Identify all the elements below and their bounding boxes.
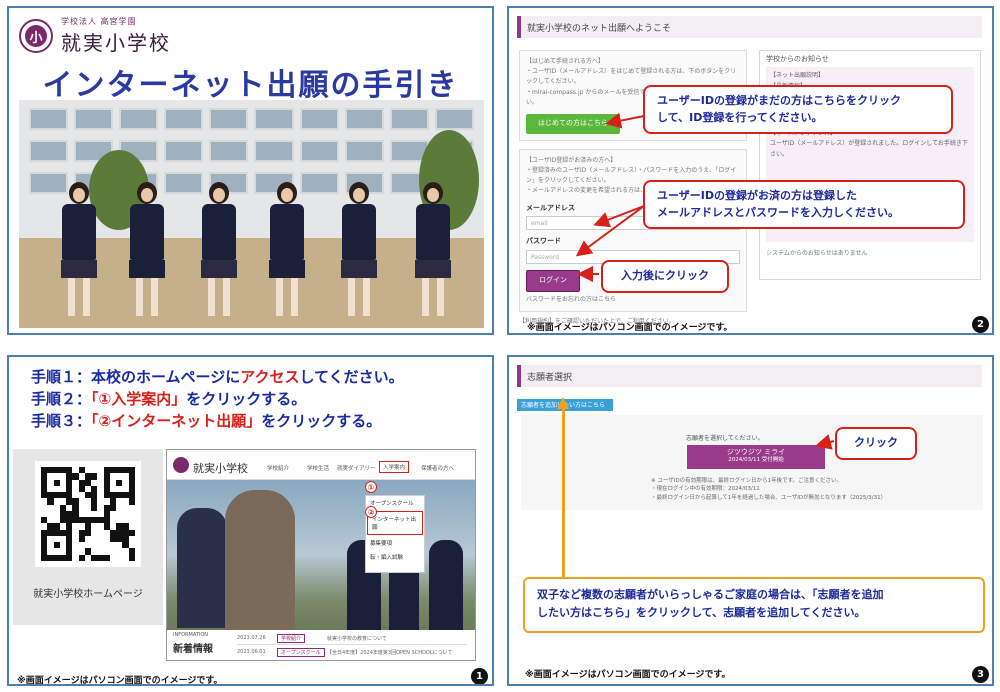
callout-click-after-input: 入力後にクリック	[601, 260, 729, 293]
students-photo	[19, 100, 484, 328]
screen-image-note: ※画面イメージはパソコン画面でのイメージです。	[17, 676, 223, 686]
step-badge-1: 1	[471, 668, 488, 684]
cover-panel: 小 学校法人 高宮学園 就実小学校 インターネット出願の手引き	[7, 6, 494, 335]
step-badge-2: 2	[972, 316, 989, 333]
select-instruction: 志願者を選択してください。	[686, 435, 764, 442]
step-3: 手順３：「②インターネット出願」をクリックする。	[31, 411, 382, 430]
homepage-crest-icon	[173, 457, 189, 473]
nav-admission[interactable]: 入学案内	[379, 461, 410, 473]
qr-section: 就実小学校ホームページ	[13, 449, 163, 625]
forgot-password-link[interactable]: パスワードをお忘れの方はこちら	[526, 295, 740, 305]
nav-school-life[interactable]: 学校生活	[307, 464, 329, 472]
qr-caption: 就実小学校ホームページ	[33, 589, 143, 600]
callout-click: クリック	[835, 427, 917, 460]
applicant-panel: 志願者選択 志願者を追加したい方はこちら 志願者を選択してください。 ジツウジツ…	[507, 355, 994, 686]
homepage-screenshot: 就実小学校 学校紹介 学校生活 就実ダイアリー 入学案内 保護者の方へ ① オー…	[166, 449, 476, 661]
login-page-header: 就実小学校のネット出願へようこそ	[517, 16, 982, 38]
multiple-applicants-callout: 双子など複数の志願者がいらっしゃるご家庭の場合は、「志願者を追加 したい方はこち…	[523, 577, 985, 633]
notices-title: 学校からのお知らせ	[766, 55, 829, 63]
applicant-page-header: 志願者選択	[517, 365, 982, 387]
homepage-nav: 就実小学校 学校紹介 学校生活 就実ダイアリー 入学案内 保護者の方へ	[167, 450, 475, 480]
homepage-hero-image	[167, 480, 475, 630]
login-panel: 就実小学校のネット出願へようこそ 【はじめて手続される方へ】 ・ユーザID（メー…	[507, 6, 994, 335]
school-logo: 小 学校法人 高宮学園 就実小学校	[19, 16, 171, 56]
school-crest-icon: 小	[19, 19, 53, 53]
callout-login: ユーザーIDの登録がお済の方は登録した メールアドレスとパスワードを入力しくださ…	[643, 180, 965, 229]
school-name: 就実小学校	[61, 31, 171, 55]
applicant-select-button[interactable]: ジツウジツ ミライ 2024/03/11 受付開始	[687, 445, 825, 469]
school-corporation: 学校法人 高宮学園	[61, 17, 137, 26]
dd-transfer[interactable]: 転・編入試験	[366, 550, 424, 564]
dd-guidelines[interactable]: 募集要項	[366, 536, 424, 550]
guide-title: インターネット出願の手引き	[42, 68, 459, 103]
applicant-notes: ※ ユーザIDの有効期限は、最終ログイン日から1年後です。ご注意ください。 ・現…	[651, 478, 887, 501]
nav-about[interactable]: 学校紹介	[267, 464, 289, 472]
homepage-news: INFORMATION 新着情報 2023.07.26 学校紹介 就実小学校の教…	[167, 630, 475, 660]
step-1: 手順１：本校のホームページにアクセスしてください。	[31, 368, 404, 386]
marker-2: ②	[365, 506, 377, 518]
screen-image-note: ※画面イメージはパソコン画面でのイメージです。	[527, 323, 733, 333]
step-2: 手順２：「①入学案内」をクリックする。	[31, 389, 307, 408]
qr-code[interactable]	[35, 461, 141, 567]
nav-diary[interactable]: 就実ダイアリー	[337, 464, 376, 472]
login-button[interactable]: ログイン	[526, 270, 580, 293]
marker-1: ①	[365, 481, 377, 493]
steps-list: 手順１：本校のホームページにアクセスしてください。 手順２：「①入学案内」をクリ…	[31, 367, 404, 432]
homepage-school-name: 就実小学校	[193, 462, 248, 475]
first-time-button[interactable]: はじめての方はこちら	[526, 113, 620, 134]
screen-image-note: ※画面イメージはパソコン画面でのイメージです。	[525, 670, 731, 680]
steps-panel: 手順１：本校のホームページにアクセスしてください。 手順２：「①入学案内」をクリ…	[7, 355, 494, 686]
nav-parents[interactable]: 保護者の方へ	[421, 464, 454, 472]
password-label: パスワード	[526, 237, 561, 246]
system-notice: システムからのお知らせはありません	[766, 250, 868, 257]
callout-first-time: ユーザーIDの登録がまだの方はこちらをクリック して、ID登録を行ってください。	[643, 85, 953, 134]
step-badge-3: 3	[972, 666, 989, 683]
